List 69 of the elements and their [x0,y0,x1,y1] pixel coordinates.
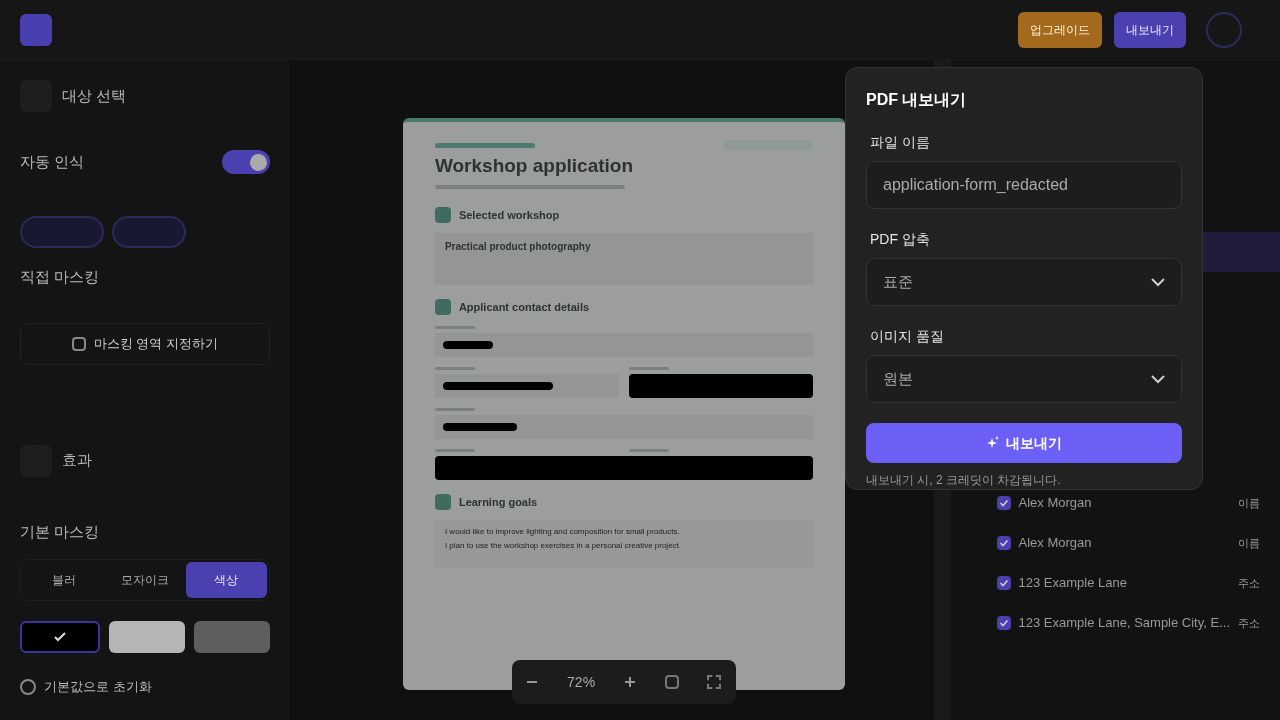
section-title: 효과 [62,450,92,471]
checkbox[interactable] [996,536,1011,550]
chevron-down-icon [1151,277,1165,287]
detection-label: 123 Example Lane, Sample City, E... [1018,614,1230,633]
step-marker [434,206,451,223]
mode-tab[interactable]: 모자이크 [104,562,186,598]
document-title: Workshop application [434,154,634,178]
mode-tab[interactable]: 블러 [23,562,105,598]
dropdown[interactable]: 표준 [866,258,1182,306]
check-icon [53,630,67,644]
color-swatch[interactable] [20,621,100,653]
setting-label: 자동 인식 [20,151,85,172]
redaction-bar [442,340,493,349]
field-label: 파일 이름 [870,133,931,152]
mode-tab[interactable]: 색상 [185,562,267,598]
input-field[interactable]: application-form_redacted [866,161,1182,209]
zoom-in-icon[interactable] [623,676,636,688]
field-label-bar [628,366,669,370]
mask-area-button[interactable]: 마스킹 영역 지정하기 [20,322,270,365]
field-label: 이미지 품질 [870,327,945,346]
detection-label: Alex Morgan [1018,534,1092,553]
dialog-title: PDF 내보내기 [866,90,968,110]
field-label-bar [434,407,475,411]
dropdown-value: 표준 [883,271,913,292]
chevron-down-icon [1151,374,1165,384]
zoom-level: 72% [567,672,596,692]
dropdown-value: 원본 [883,368,913,389]
field-label-bar [434,325,475,329]
checkbox[interactable] [996,616,1011,630]
checkbox[interactable] [996,496,1011,510]
field-label-bar [434,366,475,370]
checkbox[interactable] [996,576,1011,590]
export-button[interactable]: 내보내기 [866,423,1182,463]
field-label-bar [434,448,475,452]
app-logo [20,13,52,46]
workshop-name: Practical product photography [444,240,592,254]
detection-tag: 이름 [1230,494,1260,512]
fullscreen-icon[interactable] [707,675,722,689]
section-title: 대상 선택 [62,85,127,106]
section-heading: Selected workshop [458,207,560,223]
field-label: PDF 압축 [870,230,931,249]
reset-icon [20,678,36,695]
step-marker [434,493,451,510]
toggle-switch[interactable] [221,150,270,174]
dropdown[interactable]: 원본 [866,355,1182,403]
detection-label: Alex Morgan [1018,494,1092,513]
detection-tag: 이름 [1230,534,1260,552]
answer-text: I plan to use the workshop exercises in a personal creative project. [444,540,683,552]
section-heading: Applicant contact details [458,300,590,315]
check-icon [998,538,1009,548]
reset-button[interactable]: 기본값으로 초기화 [44,677,152,697]
section-title: 직접 마스킹 [20,267,101,287]
step-marker [434,299,451,316]
detection-label: 123 Example Lane [1018,574,1127,593]
fit-icon[interactable] [664,675,679,689]
answer-text: I would like to improve lighting and composition for small products. [444,526,681,538]
upgrade-button[interactable]: 업그레이드 [1018,11,1102,48]
section-heading: Learning goals [458,494,538,510]
detection-tag: 주소 [1230,574,1260,592]
section-title: 기본 마스킹 [20,521,101,542]
check-icon [998,618,1009,628]
field-label-bar [628,448,669,452]
check-icon [998,498,1009,508]
color-swatch[interactable] [193,621,270,653]
color-swatch[interactable] [108,621,185,653]
check-icon [998,578,1009,588]
credit-note: 내보내기 시, 2 크레딧이 차감됩니다. [866,472,1062,489]
detection-tag: 주소 [1230,614,1260,632]
export-button[interactable]: 내보내기 [1114,11,1186,48]
